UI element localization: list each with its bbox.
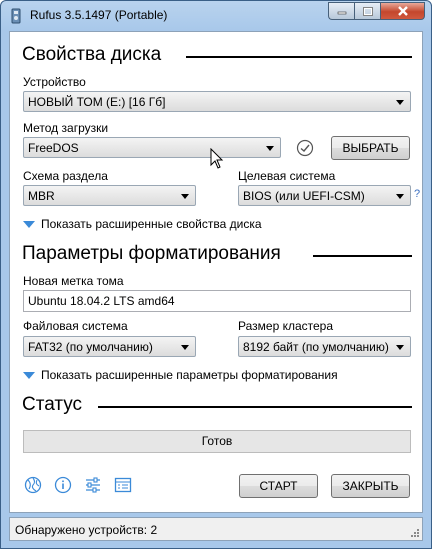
close-window-button[interactable] bbox=[380, 2, 425, 20]
maximize-button[interactable] bbox=[354, 2, 380, 20]
filesystem-value: FAT32 (по умолчанию) bbox=[28, 340, 153, 354]
device-select[interactable]: НОВЫЙ ТОМ (E:) [16 Гб] bbox=[23, 91, 411, 112]
mouse-cursor-icon bbox=[210, 148, 224, 169]
filesystem-select[interactable]: FAT32 (по умолчанию) bbox=[23, 336, 196, 357]
close-icon bbox=[397, 6, 408, 16]
cluster-size-value: 8192 байт (по умолчанию) bbox=[243, 340, 389, 354]
log-icon[interactable] bbox=[114, 476, 132, 494]
device-label: Устройство bbox=[23, 75, 86, 89]
chevron-down-icon bbox=[266, 146, 274, 151]
select-image-button[interactable]: ВЫБРАТЬ bbox=[331, 136, 410, 160]
check-icon[interactable] bbox=[296, 139, 314, 157]
chevron-down-icon bbox=[396, 194, 404, 199]
cluster-size-select[interactable]: 8192 байт (по умолчанию) bbox=[238, 336, 411, 357]
caption-buttons bbox=[328, 2, 425, 21]
status-progress-bar: Готов bbox=[23, 430, 411, 453]
format-options-heading: Параметры форматирования bbox=[22, 243, 281, 264]
main-panel: Свойства диска Устройство НОВЫЙ ТОМ (E:)… bbox=[9, 31, 423, 513]
status-heading: Статус bbox=[22, 394, 83, 415]
minimize-button[interactable] bbox=[328, 2, 354, 20]
expand-triangle-icon bbox=[23, 372, 35, 380]
rufus-window: Rufus 3.5.1497 (Portable) Свойства диска… bbox=[0, 0, 432, 549]
drive-properties-heading: Свойства диска bbox=[22, 44, 162, 65]
expand-triangle-icon bbox=[23, 221, 35, 229]
start-button[interactable]: СТАРТ bbox=[239, 474, 318, 498]
boot-method-value: FreeDOS bbox=[28, 141, 79, 155]
volume-label-input[interactable]: Ubuntu 18.04.2 LTS amd64 bbox=[23, 290, 411, 312]
advanced-format-label: Показать расширенные параметры форматиро… bbox=[41, 368, 338, 382]
chevron-down-icon bbox=[181, 345, 189, 350]
status-divider bbox=[98, 406, 412, 408]
advanced-drive-label: Показать расширенные свойства диска bbox=[41, 217, 262, 231]
status-bar: Обнаружено устройств: 2 bbox=[9, 517, 423, 541]
close-button[interactable]: ЗАКРЫТЬ bbox=[331, 474, 410, 498]
language-globe-icon[interactable] bbox=[24, 476, 42, 494]
device-value: НОВЫЙ ТОМ (E:) [16 Гб] bbox=[28, 95, 166, 109]
advanced-format-toggle[interactable]: Показать расширенные параметры форматиро… bbox=[23, 368, 338, 382]
target-system-label: Целевая система bbox=[238, 169, 336, 183]
target-system-select[interactable]: BIOS (или UEFI-CSM) bbox=[238, 185, 411, 206]
volume-label-label: Новая метка тома bbox=[23, 274, 124, 288]
boot-method-select[interactable]: FreeDOS bbox=[23, 137, 281, 158]
chevron-down-icon bbox=[396, 345, 404, 350]
filesystem-label: Файловая система bbox=[23, 319, 128, 333]
chevron-down-icon bbox=[181, 194, 189, 199]
drive-properties-divider bbox=[186, 56, 412, 58]
partition-scheme-label: Схема раздела bbox=[23, 169, 108, 183]
maximize-icon bbox=[362, 6, 373, 16]
title-bar[interactable]: Rufus 3.5.1497 (Portable) bbox=[1, 1, 431, 31]
boot-method-label: Метод загрузки bbox=[23, 121, 109, 135]
window-title: Rufus 3.5.1497 (Portable) bbox=[30, 8, 168, 22]
rufus-app-icon bbox=[11, 8, 21, 24]
settings-sliders-icon[interactable] bbox=[84, 476, 102, 494]
resize-grip-icon[interactable] bbox=[410, 528, 420, 538]
advanced-drive-toggle[interactable]: Показать расширенные свойства диска bbox=[23, 217, 262, 231]
target-system-help-link[interactable]: ? bbox=[414, 188, 420, 200]
cluster-size-label: Размер кластера bbox=[238, 319, 334, 333]
minimize-icon bbox=[337, 11, 346, 15]
status-bar-text: Обнаружено устройств: 2 bbox=[15, 523, 158, 537]
info-icon[interactable] bbox=[54, 476, 72, 494]
chevron-down-icon bbox=[396, 100, 404, 105]
target-system-value: BIOS (или UEFI-CSM) bbox=[243, 189, 365, 203]
format-options-divider bbox=[313, 255, 412, 257]
partition-scheme-value: MBR bbox=[28, 189, 55, 203]
volume-label-value: Ubuntu 18.04.2 LTS amd64 bbox=[28, 294, 175, 308]
partition-scheme-select[interactable]: MBR bbox=[23, 185, 196, 206]
